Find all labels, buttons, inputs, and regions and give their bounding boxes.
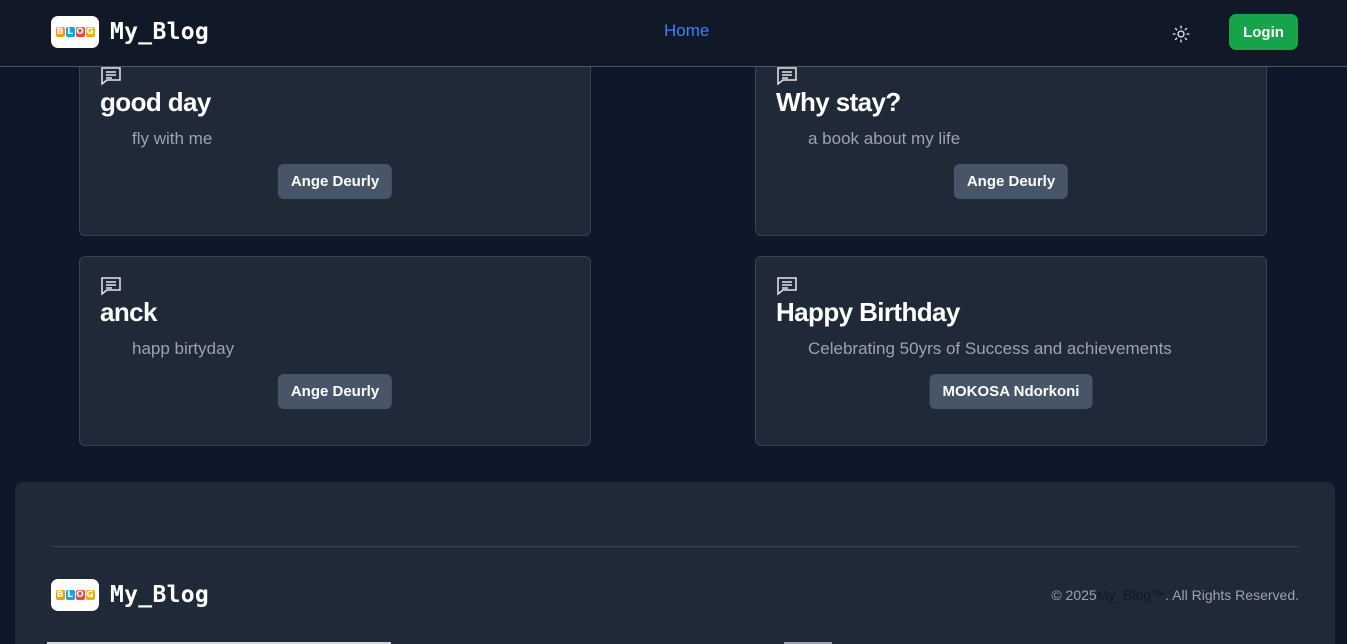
chat-icon: [101, 67, 121, 86]
post-description: a book about my life: [808, 129, 961, 148]
theme-toggle-button[interactable]: [1170, 23, 1192, 45]
copyright-text: © 2025My_Blog™. All Rights Reserved.: [1051, 587, 1299, 603]
post-card[interactable]: Why stay? a book about my life Ange Deur…: [755, 46, 1267, 236]
author-badge[interactable]: MOKOSA Ndorkoni: [929, 374, 1093, 409]
logo-letter: O: [75, 590, 85, 600]
logo-letter: B: [55, 27, 65, 37]
author-badge[interactable]: Ange Deurly: [277, 374, 393, 409]
navbar: B L O G My_Blog Home Login: [0, 0, 1347, 67]
sun-icon: [1172, 25, 1190, 43]
brand-name: My_Blog: [110, 19, 210, 45]
logo-letter: B: [55, 590, 65, 600]
chat-icon: [777, 67, 797, 86]
post-card[interactable]: anck happ birtyday Ange Deurly: [79, 256, 591, 446]
post-card[interactable]: good day fly with me Ange Deurly: [79, 46, 591, 236]
footer-brand-link[interactable]: B L O G My_Blog: [51, 579, 209, 611]
post-title[interactable]: Happy Birthday: [776, 297, 960, 328]
author-badge[interactable]: Ange Deurly: [953, 164, 1069, 199]
post-description: fly with me: [132, 129, 213, 148]
copyright-prefix: © 2025: [1051, 587, 1097, 603]
login-button[interactable]: Login: [1229, 14, 1298, 50]
copyright-brand-link[interactable]: My_Blog™: [1097, 587, 1165, 603]
nav-home-link[interactable]: Home: [664, 21, 709, 41]
footer-divider: [51, 546, 1299, 547]
logo-letter: L: [65, 590, 75, 600]
chat-icon: [101, 277, 121, 296]
footer: B L O G My_Blog © 2025My_Blog™. All Righ…: [15, 482, 1335, 644]
brand-link[interactable]: B L O G My_Blog: [51, 16, 209, 48]
brand-logo: B L O G: [51, 579, 99, 611]
post-title[interactable]: Why stay?: [776, 87, 901, 118]
chat-icon: [777, 277, 797, 296]
post-description: happ birtyday: [132, 339, 235, 358]
logo-letter: G: [85, 27, 95, 37]
logo-letter: L: [65, 27, 75, 37]
copyright-suffix: . All Rights Reserved.: [1165, 587, 1299, 603]
logo-letter: G: [85, 590, 95, 600]
post-card[interactable]: Happy Birthday Celebrating 50yrs of Succ…: [755, 256, 1267, 446]
footer-brand-name: My_Blog: [110, 582, 210, 608]
post-title[interactable]: anck: [100, 297, 157, 328]
post-title[interactable]: good day: [100, 87, 211, 118]
logo-letter: O: [75, 27, 85, 37]
post-description: Celebrating 50yrs of Success and achieve…: [808, 339, 1172, 358]
brand-logo: B L O G: [51, 16, 99, 48]
author-badge[interactable]: Ange Deurly: [277, 164, 393, 199]
